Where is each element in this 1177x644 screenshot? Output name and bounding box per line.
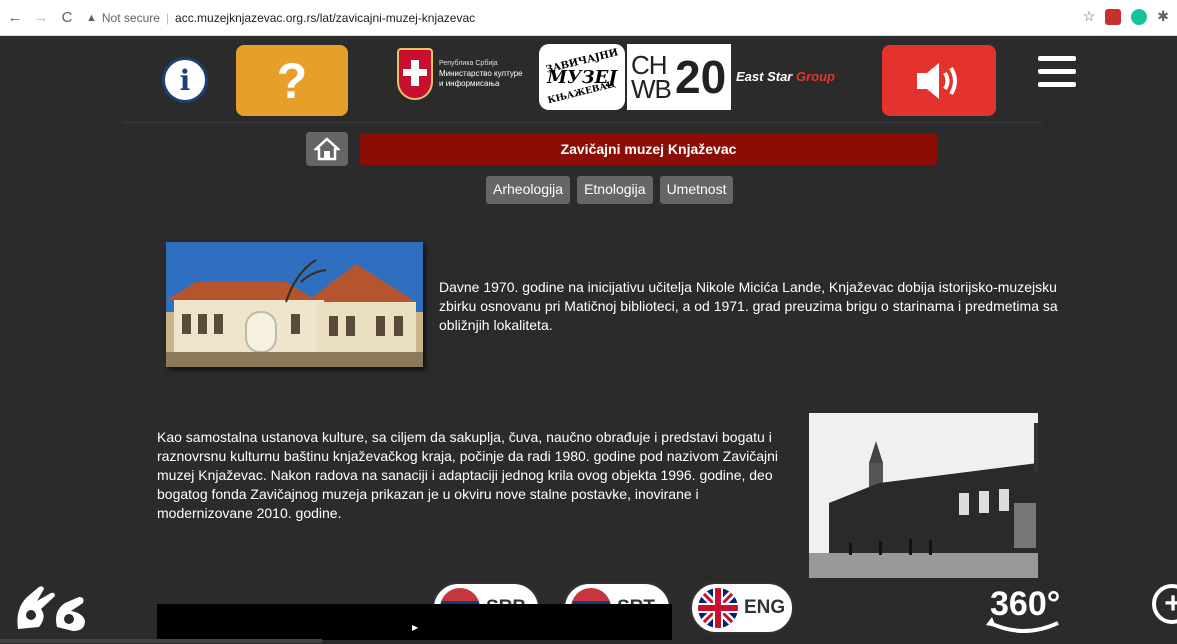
uk-flag-icon [698,588,738,628]
speaker-icon [917,62,957,99]
museum-photo-historic [809,413,1038,578]
lang-eng-button[interactable]: ENG [690,582,794,634]
info-icon: i [179,63,191,97]
sound-button[interactable] [882,45,996,116]
omnibox-separator: | [165,10,170,25]
eaststar-accent: Group [796,69,835,84]
browser-actions: ☆ ✱ [1083,8,1169,25]
pdf-extension-icon[interactable] [1105,8,1122,25]
question-icon: ? [276,52,308,109]
bookmark-star-icon[interactable]: ☆ [1083,8,1096,25]
home-icon [314,137,340,161]
help-button[interactable]: ? [236,45,348,116]
home-button[interactable] [306,132,348,166]
chwb-letters: CH WB [631,50,672,104]
header-divider [123,122,1043,123]
play-icon[interactable]: ▶ [412,623,418,632]
tab-umetnost[interactable]: Umetnost [659,176,734,204]
browser-toolbar: ← → C ▲ Not secure | acc.muzejknjazevac.… [0,0,1177,36]
reload-icon[interactable]: C [56,9,78,26]
address-bar[interactable]: ▲ Not secure | acc.muzejknjazevac.org.rs… [86,4,475,32]
back-icon[interactable]: ← [4,9,26,26]
media-player-bar[interactable]: ▶ [157,604,672,640]
ministry-line2: Министарство културе [439,69,523,78]
tab-arheologija[interactable]: Arheologija [486,176,571,204]
page-title: Zavičajni muzej Knjaževac [360,133,937,165]
muzej-logo: ЗАВИЧАЈНИ МУЗЕЈ КЊАЖЕВАЦ [539,44,625,110]
history-paragraph-1: Davne 1970. godine na inicijativu učitel… [439,279,1058,333]
lang-eng-label: ENG [744,597,786,618]
chwb-logo: CH WB 20 [627,44,731,110]
eaststar-main: East Star [736,69,793,84]
forward-icon[interactable]: → [30,9,52,26]
zoom-plus-icon[interactable]: + [1152,584,1177,624]
serbia-crest-icon [397,48,433,100]
sign-language-icon[interactable] [13,579,91,634]
history-paragraph-2: Kao samostalna ustanova kulture, sa cilj… [157,429,779,521]
hamburger-menu-icon[interactable] [1038,56,1076,92]
grammarly-extension-icon[interactable] [1131,8,1148,25]
warning-icon: ▲ [86,11,97,24]
security-label[interactable]: Not secure [102,11,160,25]
chwb-number: 20 [675,51,727,103]
url-text[interactable]: acc.muzejknjazevac.org.rs/lat/zavicajni-… [175,11,475,25]
category-tabs: Arheologija Etnologija Umetnost [486,176,734,204]
ministry-line3: и информисања [439,79,500,88]
museum-photo-color [166,242,423,367]
horizontal-scrollbar[interactable] [0,639,322,643]
ministry-line1: Република Србија [439,60,498,67]
vr-360-label: 360° [990,585,1060,623]
ministry-logo: Република Србија Министарство културе и … [397,44,537,104]
tab-etnologija[interactable]: Etnologija [577,176,653,204]
page: i ? Република Србија Министарство култур… [0,36,1177,643]
extensions-puzzle-icon[interactable]: ✱ [1157,8,1169,25]
eaststar-logo: East Star Group [736,69,835,84]
vr-360-icon[interactable]: 360° [984,581,1064,639]
info-button[interactable]: i [162,57,208,103]
